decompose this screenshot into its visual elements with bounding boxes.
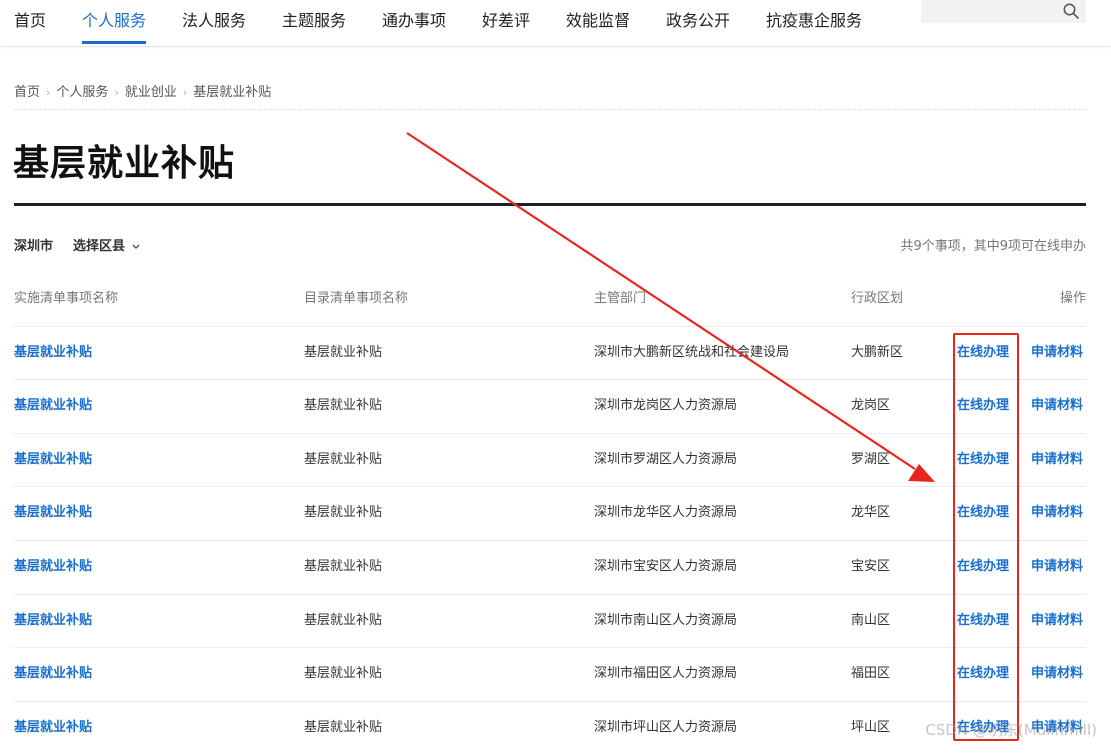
department: 深圳市龙岗区人力资源局 [594,398,738,413]
department: 深圳市南山区人力资源局 [594,613,738,628]
district-select-label: 选择区县 [73,239,126,254]
impl-name-link[interactable]: 基层就业补贴 [14,665,92,683]
department: 深圳市大鹏新区统战和社会建设局 [594,345,790,360]
district: 南山区 [851,613,891,628]
catalog-name: 基层就业补贴 [304,505,383,520]
nav-item-efficiency-supervision[interactable]: 效能监督 [566,10,630,32]
district: 宝安区 [851,559,891,574]
breadcrumb-home[interactable]: 首页 [14,84,40,102]
district: 罗湖区 [851,452,891,467]
table-row: 基层就业补贴 基层就业补贴 深圳市龙岗区人力资源局 龙岗区 在线办理 申请材料 [14,379,1086,433]
title-divider [14,203,1086,206]
catalog-name: 基层就业补贴 [304,452,383,467]
materials-link[interactable]: 申请材料 [1031,612,1083,630]
watermark: CSDN @明东(Mulinmill) [925,721,1097,739]
nav-item-personal-services[interactable]: 个人服务 [82,10,146,32]
breadcrumb-separator-icon: › [114,86,119,99]
nav-item-good-bad-review[interactable]: 好差评 [482,10,530,32]
impl-name-link[interactable]: 基层就业补贴 [14,558,92,576]
nav-item-government-affairs[interactable]: 政务公开 [666,10,730,32]
district: 龙华区 [851,505,891,520]
catalog-name: 基层就业补贴 [304,345,383,360]
department: 深圳市龙华区人力资源局 [594,505,738,520]
district-select[interactable]: 选择区县 [73,238,141,256]
impl-name-link[interactable]: 基层就业补贴 [14,612,92,630]
column-header-actions: 操作 [1059,291,1086,306]
active-tab-indicator [82,41,146,44]
department: 深圳市福田区人力资源局 [594,666,738,681]
nav-item-universal-matters[interactable]: 通办事项 [382,10,446,32]
column-header-department: 主管部门 [594,291,647,306]
column-header-impl-name: 实施清单事项名称 [14,291,119,306]
results-summary: 共9个事项，其中9项可在线申办 [900,239,1086,254]
search-box[interactable] [921,0,1086,23]
district: 大鹏新区 [851,345,904,360]
search-icon[interactable] [1062,2,1080,20]
district: 福田区 [851,666,891,681]
breadcrumb-personal-services[interactable]: 个人服务 [56,84,108,102]
table-row: 基层就业补贴 基层就业补贴 深圳市大鹏新区统战和社会建设局 大鹏新区 在线办理 … [14,326,1086,380]
column-header-district: 行政区划 [851,291,904,306]
annotation-highlight-box [953,333,1019,741]
impl-name-link[interactable]: 基层就业补贴 [14,451,92,469]
impl-name-link[interactable]: 基层就业补贴 [14,397,92,415]
catalog-name: 基层就业补贴 [304,666,383,681]
top-nav: 首页 个人服务 法人服务 主题服务 通办事项 好差评 效能监督 政务公开 抗疫惠… [0,0,1111,47]
materials-link[interactable]: 申请材料 [1031,504,1083,522]
department: 深圳市罗湖区人力资源局 [594,452,738,467]
catalog-name: 基层就业补贴 [304,720,383,735]
table-row: 基层就业补贴 基层就业补贴 深圳市南山区人力资源局 南山区 在线办理 申请材料 [14,594,1086,648]
district: 坪山区 [851,720,891,735]
materials-link[interactable]: 申请材料 [1031,665,1083,683]
nav-item-legal-person-services[interactable]: 法人服务 [182,10,246,32]
impl-name-link[interactable]: 基层就业补贴 [14,504,92,522]
table-row: 基层就业补贴 基层就业补贴 深圳市龙华区人力资源局 龙华区 在线办理 申请材料 [14,486,1086,540]
table-row: 基层就业补贴 基层就业补贴 深圳市福田区人力资源局 福田区 在线办理 申请材料 [14,647,1086,701]
nav-item-home[interactable]: 首页 [14,10,46,32]
catalog-name: 基层就业补贴 [304,398,383,413]
district: 龙岗区 [851,398,891,413]
department: 深圳市坪山区人力资源局 [594,720,738,735]
chevron-down-icon [132,244,140,249]
breadcrumb-separator-icon: › [182,86,188,99]
impl-name-link[interactable]: 基层就业补贴 [14,719,92,737]
page-title: 基层就业补贴 [13,143,236,184]
breadcrumb: 首页 › 个人服务 › 就业创业 › 基层就业补贴 [14,84,1086,110]
column-header-catalog-name: 目录清单事项名称 [304,291,409,306]
table-row: 基层就业补贴 基层就业补贴 深圳市宝安区人力资源局 宝安区 在线办理 申请材料 [14,540,1086,594]
filter-city[interactable]: 深圳市 [14,238,53,256]
breadcrumb-separator-icon: › [46,86,51,99]
catalog-name: 基层就业补贴 [304,559,383,574]
catalog-name: 基层就业补贴 [304,613,383,628]
nav-item-theme-services[interactable]: 主题服务 [282,10,346,32]
breadcrumb-employment[interactable]: 就业创业 [125,84,177,102]
table-row: 基层就业补贴 基层就业补贴 深圳市罗湖区人力资源局 罗湖区 在线办理 申请材料 [14,433,1086,487]
materials-link[interactable]: 申请材料 [1031,397,1083,415]
materials-link[interactable]: 申请材料 [1031,558,1083,576]
department: 深圳市宝安区人力资源局 [594,559,738,574]
breadcrumb-current: 基层就业补贴 [193,85,272,100]
nav-item-epidemic-enterprise-services[interactable]: 抗疫惠企服务 [766,10,862,32]
materials-link[interactable]: 申请材料 [1031,451,1083,469]
impl-name-link[interactable]: 基层就业补贴 [14,344,92,362]
materials-link[interactable]: 申请材料 [1031,344,1083,362]
